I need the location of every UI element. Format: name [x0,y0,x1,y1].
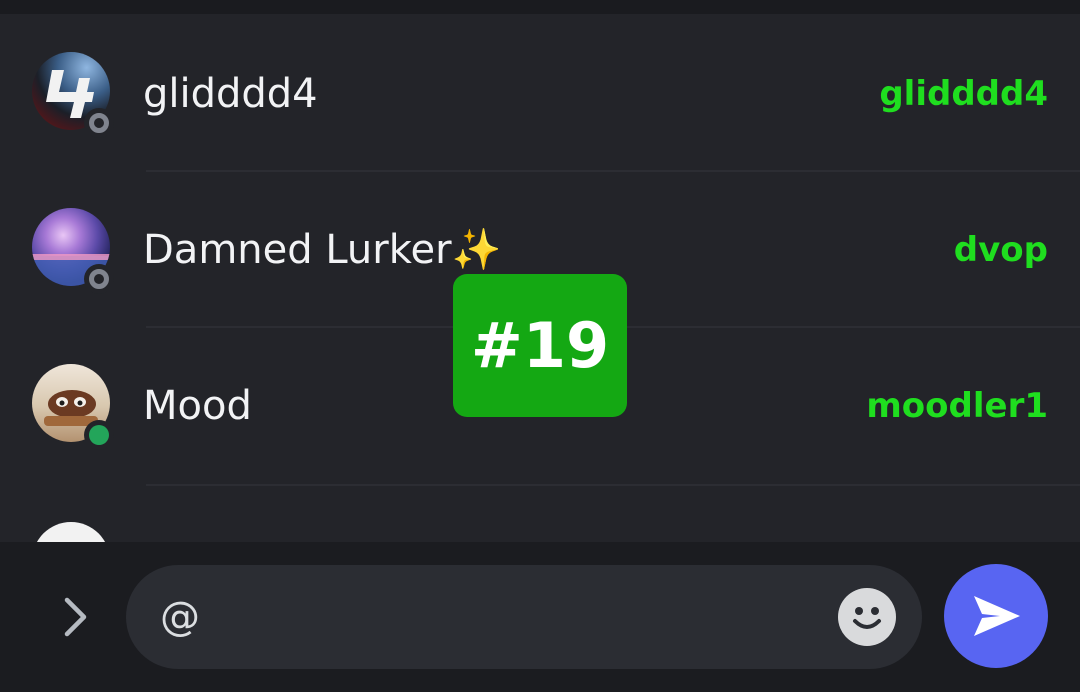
status-online-icon [84,420,114,450]
avatar [32,522,110,542]
member-display-name: Mood [143,383,252,429]
send-button[interactable] [944,564,1048,668]
message-input[interactable]: @ [126,565,922,669]
member-display-name: glidddd4 [143,71,318,117]
member-row[interactable] [0,484,1080,542]
member-username: dvop [953,230,1048,270]
top-bar [0,0,1080,14]
expand-chevron-icon[interactable] [56,594,96,640]
emoji-picker-button[interactable] [838,588,896,646]
member-display-name: Damned Lurker✨ [143,227,502,273]
status-offline-icon [84,108,114,138]
member-username: glidddd4 [879,74,1048,114]
status-offline-icon [84,264,114,294]
sparkles-emoji-icon: ✨ [451,227,502,273]
member-username: moodler1 [866,386,1048,426]
message-input-text: @ [160,594,200,640]
send-arrow-icon [974,596,1020,636]
item-number-badge: #19 [453,274,627,417]
smiley-icon [853,607,881,629]
member-row[interactable]: glidddd4 glidddd4 [0,14,1080,170]
